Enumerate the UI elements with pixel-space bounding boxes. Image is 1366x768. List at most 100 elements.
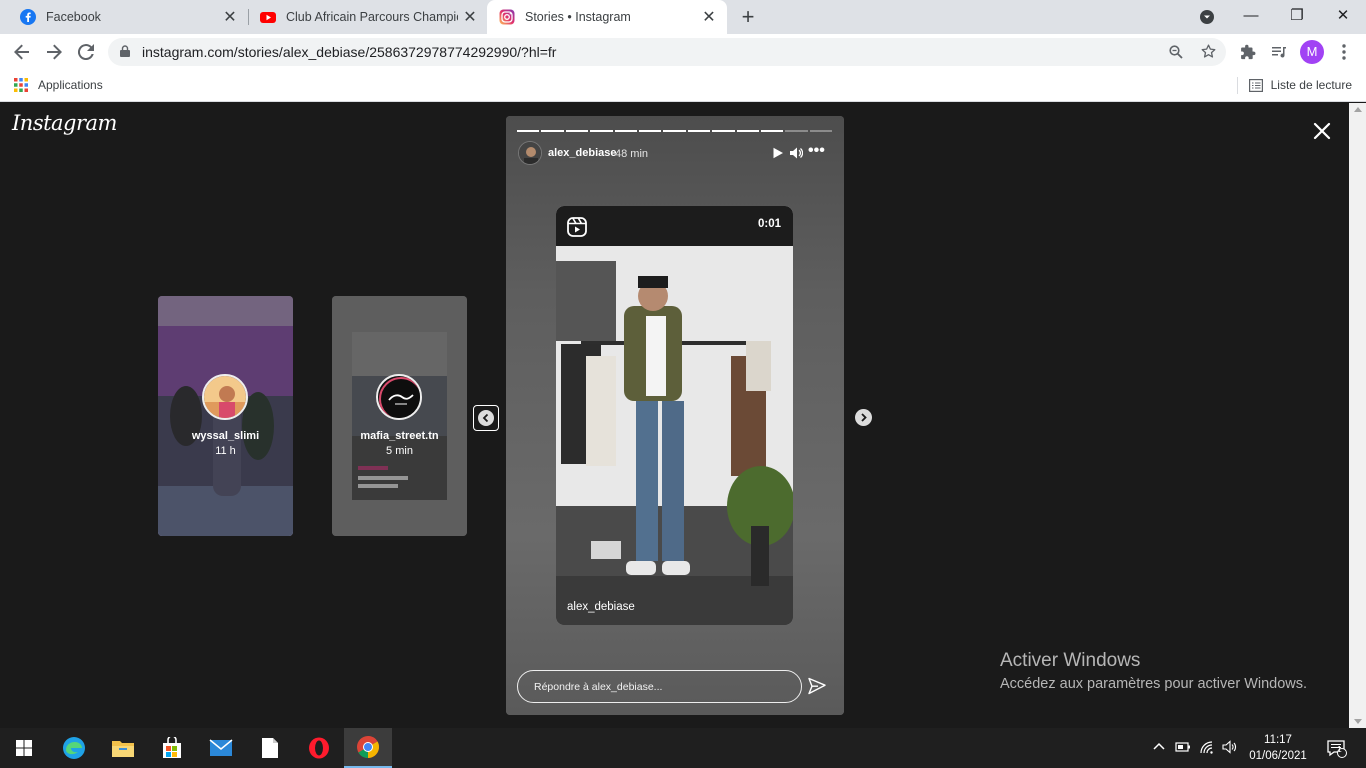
tab-facebook[interactable]: Facebook ✕: [8, 0, 248, 34]
store-icon: [163, 737, 181, 758]
minimize-button[interactable]: —: [1228, 0, 1274, 34]
apps-bookmark[interactable]: Applications: [38, 70, 103, 100]
address-bar[interactable]: instagram.com/stories/alex_debiase/25863…: [108, 38, 1226, 66]
opera-icon: [309, 737, 329, 759]
reply-input[interactable]: [518, 671, 801, 702]
instagram-icon: [499, 9, 515, 25]
scroll-up-icon[interactable]: [1354, 107, 1362, 112]
wifi-icon: [1200, 741, 1213, 754]
mail-button[interactable]: [197, 728, 245, 768]
media-controls-button[interactable]: [1265, 38, 1293, 66]
profile-avatar[interactable]: M: [1300, 40, 1324, 64]
tab-title: Facebook: [46, 10, 101, 24]
store-button[interactable]: [148, 728, 196, 768]
volume-button[interactable]: [1222, 740, 1238, 756]
scroll-down-icon[interactable]: [1354, 719, 1362, 724]
progress-segment: [760, 130, 784, 132]
progress-segment: [565, 130, 589, 132]
progress-segment: [785, 130, 808, 132]
start-button[interactable]: [0, 728, 48, 768]
progress-segment: [809, 130, 833, 132]
extensions-button[interactable]: [1234, 38, 1262, 66]
arrow-right-icon: [47, 44, 62, 60]
clock-time: 11:17: [1264, 734, 1292, 746]
more-options-icon[interactable]: •••: [808, 143, 825, 159]
reading-list-icon: [1248, 78, 1263, 92]
volume-icon[interactable]: [789, 146, 803, 160]
story-time: 48 min: [615, 148, 649, 160]
mail-icon: [209, 739, 233, 756]
instagram-logo[interactable]: Instagram: [12, 111, 117, 135]
avatar[interactable]: [518, 141, 542, 165]
chrome-button[interactable]: [344, 728, 392, 768]
progress-segment: [517, 130, 540, 132]
close-window-button[interactable]: ✕: [1320, 0, 1366, 34]
show-hidden-icons-button[interactable]: [1151, 740, 1167, 756]
next-story-button[interactable]: [855, 409, 872, 426]
battery-button[interactable]: [1175, 740, 1191, 756]
chrome-icon: [357, 736, 379, 758]
back-button[interactable]: [8, 38, 36, 66]
reading-list-button[interactable]: Liste de lecture: [1248, 70, 1352, 100]
avatar: [376, 374, 422, 420]
progress-segment: [541, 130, 564, 132]
story-preview-wyssal[interactable]: wyssal_slimi 11 h: [158, 296, 293, 536]
reload-button[interactable]: [72, 38, 100, 66]
tab-instagram-stories[interactable]: Stories • Instagram ✕: [487, 0, 727, 34]
progress-segment: [712, 130, 735, 132]
bookmarks-bar: Applications Liste de lecture: [0, 70, 1366, 102]
tab-club-africain[interactable]: Club Africain Parcours Champion ✕: [248, 0, 488, 34]
send-icon[interactable]: [808, 677, 826, 695]
opera-button[interactable]: [295, 728, 343, 768]
progress-segment: [590, 130, 613, 132]
action-center-button[interactable]: 1: [1325, 740, 1349, 758]
notepad-icon: [262, 738, 278, 758]
zoom-button[interactable]: [1162, 38, 1190, 66]
file-explorer-icon: [112, 741, 134, 757]
video-timestamp: 0:01: [757, 218, 781, 230]
progress-segment: [687, 130, 711, 132]
reading-list-label: Liste de lecture: [1270, 78, 1352, 92]
progress-segment: [736, 130, 759, 132]
forward-button[interactable]: [40, 38, 68, 66]
page-scrollbar[interactable]: [1349, 103, 1366, 728]
close-tab-icon[interactable]: ✕: [218, 7, 242, 27]
apps-grid-icon[interactable]: [14, 78, 28, 92]
story-username[interactable]: alex_debiase: [548, 147, 617, 159]
restore-button[interactable]: ❐: [1274, 0, 1320, 34]
magnifier-icon: [1169, 45, 1183, 59]
music-queue-icon: [1272, 47, 1286, 58]
clock-date: 01/06/2021: [1249, 750, 1307, 762]
url-text[interactable]: instagram.com/stories/alex_debiase/25863…: [142, 38, 556, 66]
close-tab-icon[interactable]: ✕: [697, 7, 721, 27]
preview-time: 11 h: [215, 445, 236, 457]
story-video[interactable]: 0:01 alex_debiase: [556, 206, 793, 625]
close-icon[interactable]: [1310, 119, 1334, 143]
previous-story-button[interactable]: [473, 405, 499, 431]
story-preview-mafia-street[interactable]: mafia_street.tn 5 min: [332, 296, 467, 536]
tab-title: Club Africain Parcours Champion: [286, 10, 458, 24]
notepad-button[interactable]: [246, 728, 294, 768]
network-button[interactable]: [1199, 740, 1215, 756]
close-tab-icon[interactable]: ✕: [458, 7, 482, 27]
new-tab-button[interactable]: +: [736, 4, 760, 30]
video-caption: alex_debiase: [567, 601, 635, 613]
reply-field[interactable]: [517, 670, 802, 703]
bookmark-star-button[interactable]: [1194, 38, 1222, 66]
preview-time: 5 min: [386, 445, 413, 457]
story-card: alex_debiase 48 min ••• 0:01 alex_debias…: [506, 116, 844, 715]
progress-segment: [663, 130, 686, 132]
edge-button[interactable]: [50, 728, 98, 768]
chrome-menu-button[interactable]: [1330, 38, 1358, 66]
file-explorer-button[interactable]: [99, 728, 147, 768]
watermark-subtitle: Accédez aux paramètres pour activer Wind…: [1000, 676, 1308, 692]
tab-search-button[interactable]: [1184, 0, 1230, 34]
progress-segment: [614, 130, 637, 132]
chevron-up-icon: [1153, 742, 1165, 750]
play-icon[interactable]: [772, 147, 784, 159]
arrow-left-icon: [14, 44, 29, 60]
system-clock[interactable]: 11:17 01/06/2021: [1246, 732, 1310, 764]
preview-username: wyssal_slimi: [191, 430, 260, 442]
reels-icon: [567, 217, 587, 237]
speaker-icon: [1222, 740, 1237, 754]
